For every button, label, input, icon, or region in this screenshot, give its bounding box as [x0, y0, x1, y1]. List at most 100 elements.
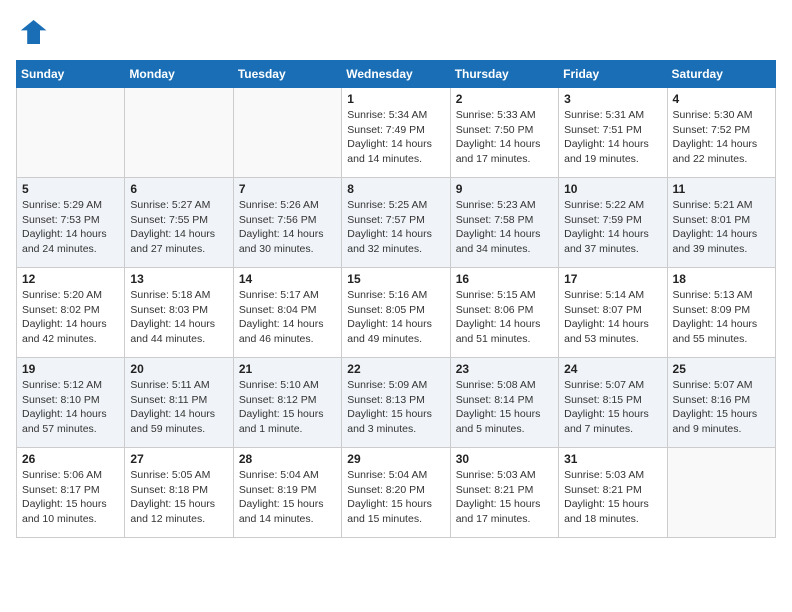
- day-info: Sunrise: 5:17 AM Sunset: 8:04 PM Dayligh…: [239, 288, 336, 347]
- day-info: Sunrise: 5:30 AM Sunset: 7:52 PM Dayligh…: [673, 108, 770, 167]
- page-header: [16, 16, 776, 48]
- day-number: 18: [673, 272, 770, 286]
- day-info: Sunrise: 5:07 AM Sunset: 8:15 PM Dayligh…: [564, 378, 661, 437]
- calendar-day-18: 18 Sunrise: 5:13 AM Sunset: 8:09 PM Dayli…: [667, 268, 775, 358]
- calendar-body: 1 Sunrise: 5:34 AM Sunset: 7:49 PM Daylig…: [17, 88, 776, 538]
- calendar-day-12: 12 Sunrise: 5:20 AM Sunset: 8:02 PM Dayli…: [17, 268, 125, 358]
- day-number: 28: [239, 452, 336, 466]
- calendar-day-11: 11 Sunrise: 5:21 AM Sunset: 8:01 PM Dayli…: [667, 178, 775, 268]
- day-number: 13: [130, 272, 227, 286]
- day-number: 25: [673, 362, 770, 376]
- calendar-day-29: 29 Sunrise: 5:04 AM Sunset: 8:20 PM Dayli…: [342, 448, 450, 538]
- day-number: 24: [564, 362, 661, 376]
- day-info: Sunrise: 5:09 AM Sunset: 8:13 PM Dayligh…: [347, 378, 444, 437]
- weekday-header-wednesday: Wednesday: [342, 61, 450, 88]
- day-number: 20: [130, 362, 227, 376]
- weekday-header-monday: Monday: [125, 61, 233, 88]
- logo-icon: [16, 16, 48, 48]
- day-info: Sunrise: 5:07 AM Sunset: 8:16 PM Dayligh…: [673, 378, 770, 437]
- day-info: Sunrise: 5:03 AM Sunset: 8:21 PM Dayligh…: [564, 468, 661, 527]
- day-info: Sunrise: 5:16 AM Sunset: 8:05 PM Dayligh…: [347, 288, 444, 347]
- weekday-header-friday: Friday: [559, 61, 667, 88]
- day-info: Sunrise: 5:26 AM Sunset: 7:56 PM Dayligh…: [239, 198, 336, 257]
- day-info: Sunrise: 5:33 AM Sunset: 7:50 PM Dayligh…: [456, 108, 553, 167]
- day-info: Sunrise: 5:27 AM Sunset: 7:55 PM Dayligh…: [130, 198, 227, 257]
- calendar-day-7: 7 Sunrise: 5:26 AM Sunset: 7:56 PM Daylig…: [233, 178, 341, 268]
- day-info: Sunrise: 5:10 AM Sunset: 8:12 PM Dayligh…: [239, 378, 336, 437]
- calendar-day-3: 3 Sunrise: 5:31 AM Sunset: 7:51 PM Daylig…: [559, 88, 667, 178]
- day-number: 14: [239, 272, 336, 286]
- day-number: 17: [564, 272, 661, 286]
- calendar-day-1: 1 Sunrise: 5:34 AM Sunset: 7:49 PM Daylig…: [342, 88, 450, 178]
- calendar-day-30: 30 Sunrise: 5:03 AM Sunset: 8:21 PM Dayli…: [450, 448, 558, 538]
- day-info: Sunrise: 5:21 AM Sunset: 8:01 PM Dayligh…: [673, 198, 770, 257]
- calendar-day-26: 26 Sunrise: 5:06 AM Sunset: 8:17 PM Dayli…: [17, 448, 125, 538]
- day-number: 3: [564, 92, 661, 106]
- day-number: 4: [673, 92, 770, 106]
- calendar-day-28: 28 Sunrise: 5:04 AM Sunset: 8:19 PM Dayli…: [233, 448, 341, 538]
- day-info: Sunrise: 5:22 AM Sunset: 7:59 PM Dayligh…: [564, 198, 661, 257]
- day-info: Sunrise: 5:20 AM Sunset: 8:02 PM Dayligh…: [22, 288, 119, 347]
- calendar-day-10: 10Sunrise: 5:22 AM Sunset: 7:59 PM Dayli…: [559, 178, 667, 268]
- calendar-day-25: 25 Sunrise: 5:07 AM Sunset: 8:16 PM Dayli…: [667, 358, 775, 448]
- day-info: Sunrise: 5:04 AM Sunset: 8:20 PM Dayligh…: [347, 468, 444, 527]
- calendar-week-5: 26 Sunrise: 5:06 AM Sunset: 8:17 PM Dayli…: [17, 448, 776, 538]
- calendar-day-23: 23Sunrise: 5:08 AM Sunset: 8:14 PM Dayli…: [450, 358, 558, 448]
- day-number: 27: [130, 452, 227, 466]
- calendar-day-9: 9Sunrise: 5:23 AM Sunset: 7:58 PM Daylig…: [450, 178, 558, 268]
- day-info: Sunrise: 5:18 AM Sunset: 8:03 PM Dayligh…: [130, 288, 227, 347]
- day-number: 1: [347, 92, 444, 106]
- calendar-day-27: 27 Sunrise: 5:05 AM Sunset: 8:18 PM Dayli…: [125, 448, 233, 538]
- calendar-day-4: 4 Sunrise: 5:30 AM Sunset: 7:52 PM Daylig…: [667, 88, 775, 178]
- day-number: 6: [130, 182, 227, 196]
- day-number: 5: [22, 182, 119, 196]
- day-info: Sunrise: 5:11 AM Sunset: 8:11 PM Dayligh…: [130, 378, 227, 437]
- calendar-day-19: 19Sunrise: 5:12 AM Sunset: 8:10 PM Dayli…: [17, 358, 125, 448]
- day-info: Sunrise: 5:14 AM Sunset: 8:07 PM Dayligh…: [564, 288, 661, 347]
- calendar-day-2: 2 Sunrise: 5:33 AM Sunset: 7:50 PM Daylig…: [450, 88, 558, 178]
- day-info: Sunrise: 5:29 AM Sunset: 7:53 PM Dayligh…: [22, 198, 119, 257]
- calendar-day-empty: [667, 448, 775, 538]
- calendar-day-21: 21 Sunrise: 5:10 AM Sunset: 8:12 PM Dayli…: [233, 358, 341, 448]
- day-number: 12: [22, 272, 119, 286]
- calendar-day-8: 8Sunrise: 5:25 AM Sunset: 7:57 PM Daylig…: [342, 178, 450, 268]
- calendar-day-15: 15 Sunrise: 5:16 AM Sunset: 8:05 PM Dayli…: [342, 268, 450, 358]
- day-number: 15: [347, 272, 444, 286]
- day-number: 2: [456, 92, 553, 106]
- day-info: Sunrise: 5:13 AM Sunset: 8:09 PM Dayligh…: [673, 288, 770, 347]
- day-number: 30: [456, 452, 553, 466]
- day-number: 19: [22, 362, 119, 376]
- day-info: Sunrise: 5:23 AM Sunset: 7:58 PM Dayligh…: [456, 198, 553, 257]
- calendar-day-31: 31 Sunrise: 5:03 AM Sunset: 8:21 PM Dayli…: [559, 448, 667, 538]
- calendar-week-1: 1 Sunrise: 5:34 AM Sunset: 7:49 PM Daylig…: [17, 88, 776, 178]
- day-number: 26: [22, 452, 119, 466]
- day-info: Sunrise: 5:04 AM Sunset: 8:19 PM Dayligh…: [239, 468, 336, 527]
- calendar-day-empty: [17, 88, 125, 178]
- day-info: Sunrise: 5:03 AM Sunset: 8:21 PM Dayligh…: [456, 468, 553, 527]
- calendar-table: SundayMondayTuesdayWednesdayThursdayFrid…: [16, 60, 776, 538]
- day-number: 22: [347, 362, 444, 376]
- day-number: 29: [347, 452, 444, 466]
- calendar-week-3: 12 Sunrise: 5:20 AM Sunset: 8:02 PM Dayli…: [17, 268, 776, 358]
- day-info: Sunrise: 5:31 AM Sunset: 7:51 PM Dayligh…: [564, 108, 661, 167]
- weekday-header-sunday: Sunday: [17, 61, 125, 88]
- calendar-day-14: 14 Sunrise: 5:17 AM Sunset: 8:04 PM Dayli…: [233, 268, 341, 358]
- day-info: Sunrise: 5:15 AM Sunset: 8:06 PM Dayligh…: [456, 288, 553, 347]
- calendar-day-24: 24 Sunrise: 5:07 AM Sunset: 8:15 PM Dayli…: [559, 358, 667, 448]
- day-number: 31: [564, 452, 661, 466]
- weekday-header-tuesday: Tuesday: [233, 61, 341, 88]
- day-info: Sunrise: 5:06 AM Sunset: 8:17 PM Dayligh…: [22, 468, 119, 527]
- calendar-day-empty: [233, 88, 341, 178]
- calendar-week-4: 19Sunrise: 5:12 AM Sunset: 8:10 PM Dayli…: [17, 358, 776, 448]
- day-number: 7: [239, 182, 336, 196]
- day-info: Sunrise: 5:05 AM Sunset: 8:18 PM Dayligh…: [130, 468, 227, 527]
- day-number: 11: [673, 182, 770, 196]
- calendar-header: SundayMondayTuesdayWednesdayThursdayFrid…: [17, 61, 776, 88]
- calendar-day-6: 6 Sunrise: 5:27 AM Sunset: 7:55 PM Daylig…: [125, 178, 233, 268]
- day-info: Sunrise: 5:08 AM Sunset: 8:14 PM Dayligh…: [456, 378, 553, 437]
- day-number: 21: [239, 362, 336, 376]
- day-info: Sunrise: 5:34 AM Sunset: 7:49 PM Dayligh…: [347, 108, 444, 167]
- calendar-week-2: 5 Sunrise: 5:29 AM Sunset: 7:53 PM Daylig…: [17, 178, 776, 268]
- calendar-day-17: 17 Sunrise: 5:14 AM Sunset: 8:07 PM Dayli…: [559, 268, 667, 358]
- day-info: Sunrise: 5:25 AM Sunset: 7:57 PM Dayligh…: [347, 198, 444, 257]
